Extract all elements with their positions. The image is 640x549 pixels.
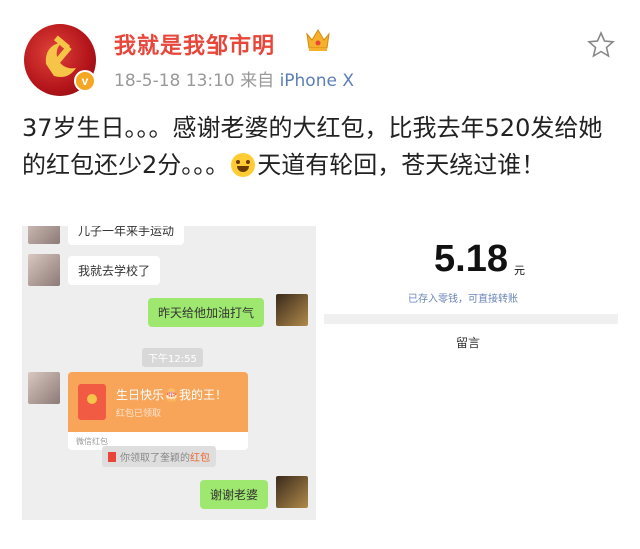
chat-screenshot-image[interactable]: 儿子一年来手运动 我就去学校了 昨天给他加油打气 下午12:55 生日快乐🎂我的…: [22, 226, 316, 520]
post-text: 37岁生日。。。感谢老婆的大红包，比我去年520发给她的红包还少2分。。。 天道有…: [22, 110, 622, 184]
post-meta: 18-5-18 13:10 来自 iPhone X: [114, 66, 354, 91]
source-device[interactable]: iPhone X: [280, 71, 354, 91]
redpacket-status: 红包已领取: [116, 409, 162, 419]
redpacket-title: 生日快乐🎂我的王！: [116, 388, 227, 402]
currency-unit: 元: [514, 264, 525, 277]
source-prefix: 来自: [240, 71, 275, 91]
chat-bubble: 儿子一年来手运动: [68, 226, 185, 245]
chat-avatar-wife: [28, 254, 60, 286]
chat-bubble: 我就去学校了: [68, 256, 161, 285]
post-text-part2: 天道有轮回，苍天绕过谁！: [257, 151, 546, 179]
crown-icon[interactable]: [304, 26, 332, 52]
verified-badge-icon: v: [74, 70, 96, 92]
divider: [324, 314, 618, 324]
chat-avatar-me: [276, 476, 308, 508]
redpacket-icon: [78, 384, 106, 420]
chat-time: 下午12:55: [142, 348, 203, 367]
redpacket-small-icon: [108, 452, 116, 462]
redpacket-card: 生日快乐🎂我的王！ 红包已领取: [68, 372, 248, 432]
remark-label: 留言: [456, 336, 481, 350]
laughing-tears-emoji-icon: [231, 153, 256, 177]
notice-text: 你领取了奎颖的: [120, 453, 190, 464]
chat-avatar-wife: [28, 226, 60, 244]
chat-avatar-wife: [28, 372, 60, 404]
amount-note: 已存入零钱，可直接转账: [408, 294, 518, 305]
chat-bubble-me: 谢谢老婆: [200, 480, 269, 509]
amount-screenshot-image[interactable]: 5.18 元 已存入零钱，可直接转账 留言: [324, 226, 618, 376]
notice-highlight: 红包: [190, 453, 210, 464]
post-date: 18-5-18 13:10: [114, 71, 235, 91]
chat-avatar-me: [276, 294, 308, 326]
post-header: v 我就是我邹市明 18-5-18 13:10 来自 iPhone X: [0, 0, 640, 100]
redpacket-notice: 你领取了奎颖的红包: [102, 446, 216, 467]
star-icon[interactable]: [586, 30, 616, 60]
username[interactable]: 我就是我邹市明: [114, 28, 275, 60]
redpacket-amount: 5.18: [434, 238, 508, 280]
chat-bubble-me: 昨天给他加油打气: [148, 298, 265, 327]
